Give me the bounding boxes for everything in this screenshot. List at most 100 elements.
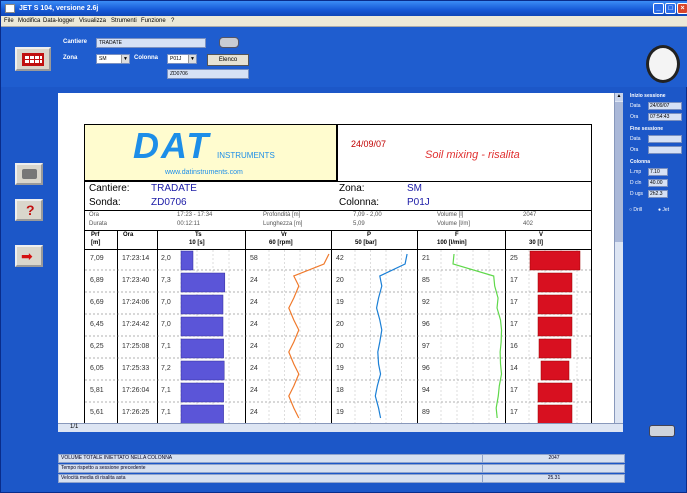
p-value: 19 — [336, 299, 344, 306]
prf-value: 5,81 — [90, 387, 104, 394]
data-field: 24/09/07 — [648, 102, 682, 110]
ora-value: 17:25:08 — [122, 343, 149, 350]
vr-value: 24 — [250, 387, 258, 394]
col-v-header: V — [539, 232, 544, 238]
ts-bar — [180, 272, 226, 293]
f-value: 92 — [422, 299, 430, 306]
v-value: 25 — [510, 255, 518, 262]
ts-bar — [180, 250, 194, 271]
dugs-field: 2h2.3 — [648, 190, 668, 198]
col-ora-header: Ora — [123, 232, 134, 238]
f-value: 89 — [422, 409, 430, 416]
p-value: 20 — [336, 321, 344, 328]
profondita-value: 7,09 - 2,00 — [353, 212, 382, 218]
lunghezza-label: Lunghezza [m] — [263, 221, 303, 227]
col-ts-header: Ts — [195, 232, 202, 238]
fine-ora-field — [648, 146, 682, 154]
ts-bar — [180, 382, 224, 403]
ora-value: 17:23:40 — [122, 277, 149, 284]
binoculars-icon[interactable] — [219, 37, 239, 48]
menu-file[interactable]: File — [4, 18, 14, 24]
logo-subtitle: INSTRUMENTS — [217, 151, 275, 160]
maximize-button[interactable]: □ — [665, 3, 676, 14]
v-bar — [537, 382, 573, 403]
scroll-up-icon[interactable]: ▲ — [615, 93, 623, 101]
menu-funzione[interactable]: Funzione — [141, 18, 166, 24]
dcln-label: D cln — [630, 180, 642, 186]
v-value: 17 — [510, 299, 518, 306]
colonna-value: P01J — [407, 197, 430, 208]
zona-label: Zona — [63, 55, 78, 61]
fine-ora-label: Ora — [630, 147, 639, 153]
table-view-button[interactable] — [15, 47, 51, 71]
window-title: JET S 104, versione 2.6j — [19, 5, 99, 12]
application-window: JET S 104, versione 2.6j _ □ × File Modi… — [0, 0, 687, 493]
vertical-scrollbar[interactable]: ▲ — [614, 93, 623, 428]
ts-value: 2,0 — [161, 255, 171, 262]
camera-button[interactable] — [15, 163, 43, 185]
help-button[interactable]: ? — [15, 199, 43, 221]
phone-icon[interactable] — [649, 425, 675, 437]
v-bar — [537, 294, 573, 315]
colonna-select[interactable]: P01J ▼ — [167, 54, 197, 64]
ora-value: 17:24:06 — [122, 299, 149, 306]
arrow-right-icon: ➡ — [21, 248, 33, 264]
volumem-value: 402 — [523, 221, 534, 227]
v-value: 17 — [510, 409, 518, 416]
f-value: 85 — [422, 277, 430, 284]
elenco-button[interactable]: Elenco — [207, 54, 249, 66]
prf-value: 6,05 — [90, 365, 104, 372]
title-bar: JET S 104, versione 2.6j _ □ × — [1, 1, 687, 16]
p-value: 42 — [336, 255, 344, 262]
next-button[interactable]: ➡ — [15, 245, 43, 267]
ts-bar — [180, 294, 224, 315]
summary-row: Velocità media di risalita asta 25.31 — [58, 474, 625, 483]
radio-jet[interactable]: ● Jet — [658, 207, 669, 213]
menu-help[interactable]: ? — [171, 18, 174, 24]
zona-select[interactable]: SM ▼ — [96, 54, 130, 64]
chevron-down-icon: ▼ — [188, 55, 196, 63]
cantiere-field[interactable]: TRADATE — [96, 38, 206, 48]
vr-value: 24 — [250, 343, 258, 350]
col-vr-unit: 60 [rpm] — [269, 240, 293, 246]
ts-value: 7,0 — [161, 299, 171, 306]
menu-data-logger[interactable]: Data-logger — [43, 18, 74, 24]
clock-icon — [646, 45, 680, 83]
sonda-field: ZD0706 — [167, 69, 249, 79]
p-value: 20 — [336, 277, 344, 284]
volumem-label: Volume [l/m] — [437, 221, 471, 227]
col-prf-unit: [m] — [91, 240, 101, 246]
website: www.datinstruments.com — [165, 169, 243, 176]
sonda-value: ZD0706 — [151, 197, 187, 208]
zona-value: SM — [407, 183, 422, 194]
ora-value: 17:26:25 — [122, 409, 149, 416]
ts-value: 7,1 — [161, 387, 171, 394]
horizontal-scrollbar[interactable]: 1/1 — [58, 423, 623, 432]
ts-value: 7,1 — [161, 409, 171, 416]
minimize-button[interactable]: _ — [653, 3, 664, 14]
menu-strumenti[interactable]: Strumenti — [111, 18, 137, 24]
p-value: 19 — [336, 365, 344, 372]
prf-value: 6,69 — [90, 299, 104, 306]
vr-value: 24 — [250, 365, 258, 372]
log-graph: 7,09 17:23:14 2,0 58 42 21 25 6,89 17:23:40 7,3 24… — [85, 250, 591, 428]
menu-bar: File Modifica Data-logger Visualizza Str… — [1, 16, 687, 27]
logo-area: DAT INSTRUMENTS www.datinstruments.com — [85, 125, 337, 181]
ts-bar — [180, 360, 225, 381]
prf-value: 5,61 — [90, 409, 104, 416]
ora-value: 17:26:04 — [122, 387, 149, 394]
menu-visualizza[interactable]: Visualizza — [79, 18, 106, 24]
data-label: Data — [630, 103, 641, 109]
v-value: 17 — [510, 321, 518, 328]
menu-modifica[interactable]: Modifica — [18, 18, 40, 24]
lmp-label: L.mp — [630, 169, 642, 175]
lunghezza-value: 5,09 — [353, 221, 365, 227]
fine-data-label: Data — [630, 136, 641, 142]
ts-value: 7,3 — [161, 277, 171, 284]
radio-drill[interactable]: ○ Drill — [629, 207, 642, 213]
f-value: 96 — [422, 365, 430, 372]
f-value: 96 — [422, 321, 430, 328]
scroll-thumb[interactable] — [615, 102, 623, 242]
report-date: 24/09/07 — [351, 139, 387, 149]
close-button[interactable]: × — [677, 3, 687, 14]
